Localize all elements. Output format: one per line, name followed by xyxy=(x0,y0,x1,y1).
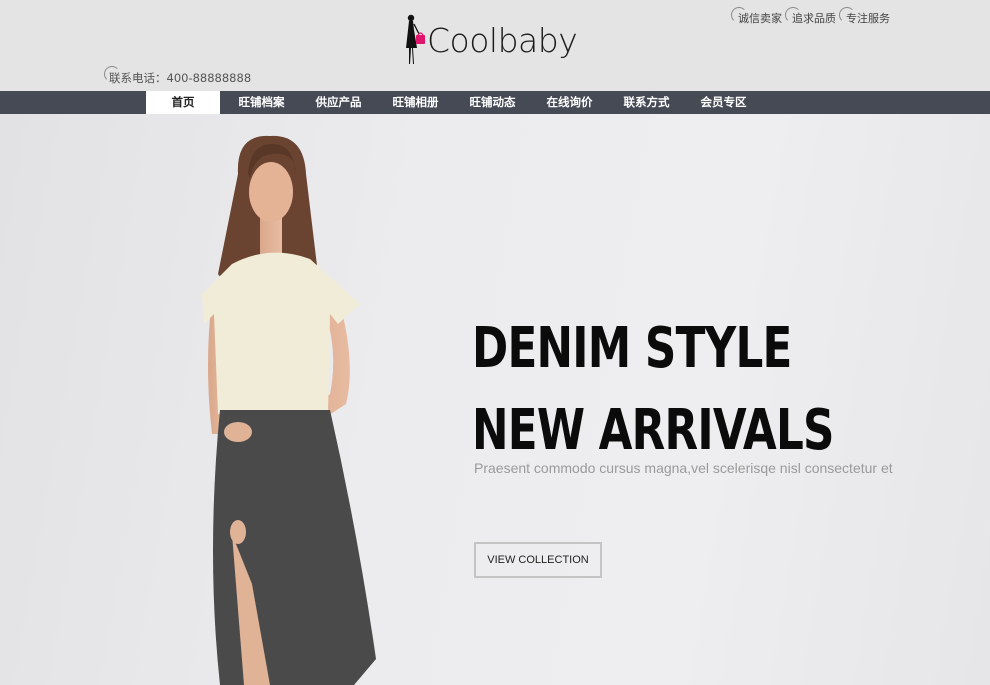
nav-item-products[interactable]: 供应产品 xyxy=(300,91,377,114)
main-nav: 首页 旺铺档案 供应产品 旺铺相册 旺铺动态 在线询价 联系方式 会员专区 xyxy=(0,91,990,114)
nav-item-inquiry[interactable]: 在线询价 xyxy=(531,91,608,114)
nav-item-home[interactable]: 首页 xyxy=(146,91,220,114)
woman-silhouette-icon xyxy=(406,14,425,64)
site-header: Coolbaby 诚信卖家 追求品质 专注服务 联系电话：400-8888888… xyxy=(0,0,990,91)
nav-item-contact[interactable]: 联系方式 xyxy=(608,91,685,114)
headline-line-1: DENIM STYLE xyxy=(472,316,792,381)
nav-item-album[interactable]: 旺铺相册 xyxy=(377,91,454,114)
nav-item-members[interactable]: 会员专区 xyxy=(685,91,762,114)
top-link-integrity[interactable]: 诚信卖家 xyxy=(731,7,782,31)
brand-name: Coolbaby xyxy=(427,21,578,60)
model-photo xyxy=(202,135,376,685)
ring-icon xyxy=(785,7,801,23)
top-link-service[interactable]: 专注服务 xyxy=(839,7,890,31)
top-link-quality[interactable]: 追求品质 xyxy=(785,7,836,31)
phone-contact: 联系电话：400-88888888 xyxy=(104,66,251,90)
top-links: 诚信卖家 追求品质 专注服务 xyxy=(731,7,890,31)
ring-icon xyxy=(839,7,855,23)
hero-subtext: Praesent commodo cursus magna,vel sceler… xyxy=(474,460,893,476)
hero-headline: DENIM STYLE NEW ARRIVALS xyxy=(472,308,834,472)
logo[interactable]: Coolbaby xyxy=(400,12,590,68)
nav-item-news[interactable]: 旺铺动态 xyxy=(454,91,531,114)
ring-icon xyxy=(731,7,747,23)
ring-icon xyxy=(104,66,120,82)
nav-list: 首页 旺铺档案 供应产品 旺铺相册 旺铺动态 在线询价 联系方式 会员专区 xyxy=(146,91,762,114)
view-collection-button[interactable]: VIEW COLLECTION xyxy=(474,542,602,578)
phone-number: 400-88888888 xyxy=(166,71,252,85)
hero-banner: DENIM STYLE NEW ARRIVALS Praesent commod… xyxy=(0,114,990,685)
nav-item-shop-profile[interactable]: 旺铺档案 xyxy=(223,91,300,114)
